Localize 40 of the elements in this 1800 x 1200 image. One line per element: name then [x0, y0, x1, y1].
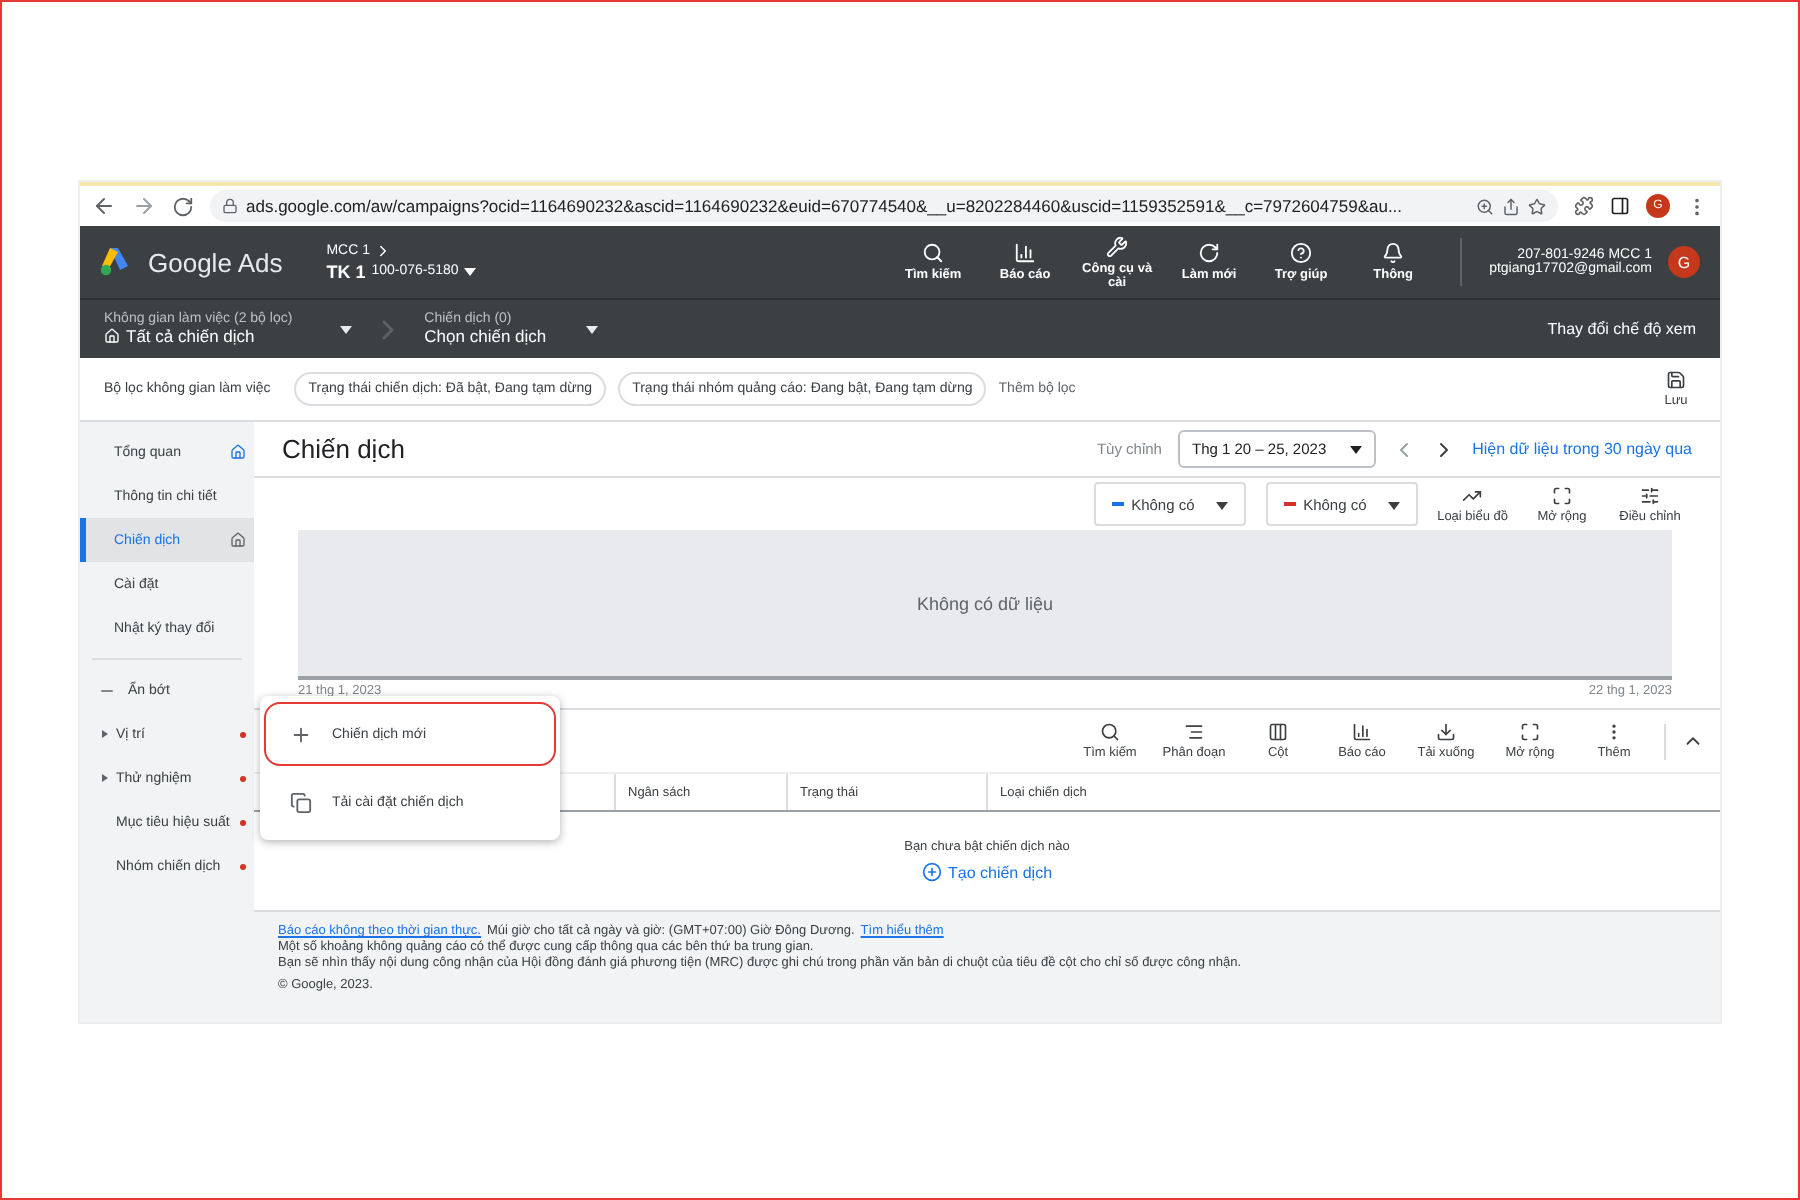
- plus-icon: [290, 723, 312, 745]
- search-icon: [922, 242, 945, 264]
- forward-icon: [132, 194, 156, 218]
- account-name: TK 1: [326, 261, 366, 281]
- account-avatar[interactable]: G: [1668, 246, 1700, 278]
- save-icon: [1666, 370, 1686, 390]
- copy-icon: [290, 791, 312, 813]
- star-icon: [1528, 197, 1546, 215]
- reload-icon: [172, 195, 194, 217]
- chevron-right-icon: [374, 242, 392, 260]
- zoom-icon: [1476, 197, 1494, 215]
- segment-icon: [1184, 722, 1204, 742]
- search-icon: [1100, 722, 1120, 742]
- help-icon: [1290, 242, 1313, 264]
- side-panel-icon: [1610, 196, 1630, 216]
- download-icon: [1436, 722, 1456, 742]
- sliders-icon: [1640, 485, 1660, 505]
- no-data-text: Không có dữ liệu: [916, 593, 1054, 613]
- chart-icon: [1352, 722, 1372, 742]
- view-mode-link[interactable]: Thay đổi chế độ xem: [1547, 320, 1696, 338]
- page-title: Chiến dịch: [282, 434, 407, 464]
- product-name: Google Ads: [148, 247, 283, 277]
- columns-icon: [1268, 722, 1288, 742]
- extension-icon: [1574, 196, 1594, 216]
- lock-icon: [222, 198, 238, 214]
- refresh-icon: [1198, 242, 1221, 264]
- wrench-icon: [1106, 235, 1129, 257]
- google-ads-logo-icon: [100, 248, 132, 276]
- chart-icon: [1014, 242, 1037, 264]
- add-icon: [921, 862, 942, 882]
- home-icon: [104, 328, 120, 344]
- expand-icon: [1552, 485, 1572, 505]
- last-30-days-link[interactable]: Hiện dữ liệu trong 30 ngày qua: [1472, 440, 1692, 458]
- line-chart-icon: [1462, 485, 1483, 505]
- share-icon: [1502, 197, 1520, 215]
- bell-icon: [1382, 242, 1405, 264]
- create-campaign-link[interactable]: Tạo chiến dịch: [921, 862, 1053, 882]
- back-icon: [92, 194, 116, 218]
- address-bar[interactable]: ads.google.com/aw/campaigns?ocid=1164690232&ascid=1164690232&euid=670774540&__u=8202284460&uscid=1159352591&__c=7972604759&au...: [210, 190, 1558, 222]
- expand-icon: [1520, 722, 1540, 742]
